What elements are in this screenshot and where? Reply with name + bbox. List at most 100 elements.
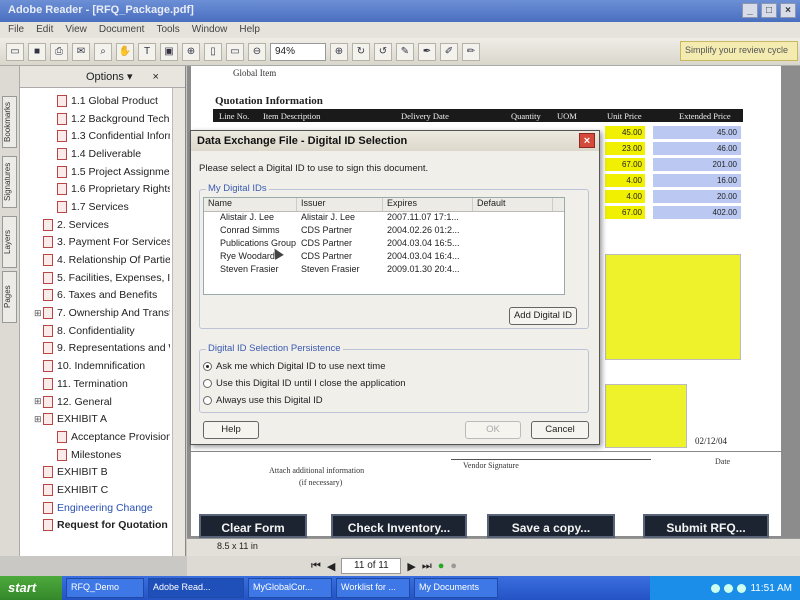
fit-width-icon[interactable]: ▭ xyxy=(226,42,244,61)
zoom-field[interactable]: 94% xyxy=(270,42,326,61)
options-menu[interactable]: Options ▾ xyxy=(86,70,133,83)
zoom-out-icon[interactable]: ⊖ xyxy=(248,42,266,61)
menu-tools[interactable]: Tools xyxy=(156,24,179,36)
digital-id-row[interactable]: Steven Frasier Steven Frasier 2009.01.30 2… xyxy=(204,264,564,277)
col-expires[interactable]: Expires xyxy=(383,198,473,211)
clear-form-button[interactable]: Clear Form xyxy=(199,514,307,538)
open-icon[interactable]: ▭ xyxy=(6,42,24,61)
bookmark-item[interactable]: ⊞ 12. General xyxy=(20,393,170,411)
email-icon[interactable]: ✉ xyxy=(72,42,90,61)
task-my-documents[interactable]: My Documents xyxy=(414,578,498,598)
unit-price-cell[interactable]: 45.00 xyxy=(605,126,645,139)
menu-file[interactable]: File xyxy=(8,24,24,36)
expand-icon[interactable]: ⊞ xyxy=(34,414,43,425)
rotate-ccw-icon[interactable]: ↺ xyxy=(374,42,392,61)
markup-icon[interactable]: ✏ xyxy=(462,42,480,61)
go-forward-icon[interactable]: ● xyxy=(450,560,457,572)
bookmark-item[interactable]: 5. Facilities, Expenses, Ins xyxy=(20,269,170,287)
zoom-in-button-icon[interactable]: ⊕ xyxy=(330,42,348,61)
close-panel-icon[interactable]: × xyxy=(153,71,159,83)
menu-help[interactable]: Help xyxy=(239,24,260,36)
search-icon[interactable]: ⌕ xyxy=(94,42,112,61)
expand-icon[interactable]: ⊞ xyxy=(34,396,43,407)
col-issuer[interactable]: Issuer xyxy=(297,198,383,211)
save-copy-button[interactable]: Save a copy... xyxy=(487,514,615,538)
check-inventory-button[interactable]: Check Inventory... xyxy=(331,514,467,538)
start-button[interactable]: start xyxy=(0,576,62,600)
select-text-icon[interactable]: T xyxy=(138,42,156,61)
rotate-icon[interactable]: ↻ xyxy=(352,42,370,61)
tab-pages[interactable]: Pages xyxy=(2,271,17,323)
print-icon[interactable]: ⎙ xyxy=(50,42,68,61)
digital-id-row[interactable]: Rye Woodard CDS Partner 2004.03.04 16:4... xyxy=(204,251,564,264)
bookmark-item[interactable]: 1.2 Background Technol xyxy=(20,110,170,128)
radio-button[interactable] xyxy=(203,362,212,371)
tab-signatures[interactable]: Signatures xyxy=(2,156,17,208)
maximize-button[interactable]: □ xyxy=(761,3,777,18)
help-button[interactable]: Help xyxy=(203,421,259,439)
cancel-button[interactable]: Cancel xyxy=(531,421,589,439)
bookmark-item[interactable]: 4. Relationship Of Parties xyxy=(20,251,170,269)
menu-document[interactable]: Document xyxy=(99,24,145,36)
last-page-icon[interactable]: ⏭ xyxy=(422,560,432,573)
bookmark-item[interactable]: 6. Taxes and Benefits xyxy=(20,287,170,305)
ok-button[interactable]: OK xyxy=(465,421,521,439)
tray-volume-icon[interactable] xyxy=(724,583,734,593)
bookmark-item[interactable]: Milestones xyxy=(20,446,170,464)
close-dialog-icon[interactable]: × xyxy=(579,133,595,148)
digital-id-row[interactable]: Alistair J. Lee Alistair J. Lee 2007.11.07… xyxy=(204,212,564,225)
bookmark-item[interactable]: Engineering Change xyxy=(20,499,170,517)
tray-security-icon[interactable] xyxy=(737,583,747,593)
yellow-field-box[interactable] xyxy=(605,384,687,448)
zoom-in-icon[interactable]: ⊕ xyxy=(182,42,200,61)
tab-bookmarks[interactable]: Bookmarks xyxy=(2,96,17,148)
minimize-button[interactable]: _ xyxy=(742,3,758,18)
bookmark-item[interactable]: 1.5 Project Assignment xyxy=(20,163,170,181)
bookmark-item[interactable]: 1.3 Confidential Informati xyxy=(20,127,170,145)
prev-page-icon[interactable]: ◀ xyxy=(327,560,335,573)
task-adobe-reader[interactable]: Adobe Read... xyxy=(148,578,244,598)
menu-edit[interactable]: Edit xyxy=(36,24,53,36)
bookmark-item[interactable]: ⊞ 7. Ownership And Transfer xyxy=(20,304,170,322)
bookmark-item[interactable]: 1.1 Global Product xyxy=(20,92,170,110)
persistence-radio[interactable]: Ask me which Digital ID to use next time xyxy=(203,361,385,372)
submit-rfq-button[interactable]: Submit RFQ... xyxy=(643,514,769,538)
pen-icon[interactable]: ✒ xyxy=(418,42,436,61)
expand-icon[interactable]: ⊞ xyxy=(34,308,43,319)
task-worklist[interactable]: Worklist for ... xyxy=(336,578,410,598)
task-rfq-demo[interactable]: RFQ_Demo xyxy=(66,578,144,598)
tab-layers[interactable]: Layers xyxy=(2,216,17,268)
bookmark-item[interactable]: 10. Indemnification xyxy=(20,357,170,375)
persistence-radio[interactable]: Use this Digital ID until I close the ap… xyxy=(203,378,406,389)
first-page-icon[interactable]: ⏮ xyxy=(311,560,321,573)
bookmark-item[interactable]: Request for Quotation xyxy=(20,517,170,535)
bookmark-item[interactable]: 2. Services xyxy=(20,216,170,234)
bookmark-item[interactable]: 1.7 Services xyxy=(20,198,170,216)
go-back-icon[interactable]: ● xyxy=(438,560,445,572)
bookmark-item[interactable]: EXHIBIT C xyxy=(20,481,170,499)
digital-id-row[interactable]: Publications Group CDS Partner 2004.03.04 … xyxy=(204,238,564,251)
col-name[interactable]: Name xyxy=(204,198,297,211)
sign-icon[interactable]: ✎ xyxy=(396,42,414,61)
bookmark-item[interactable]: Acceptance Provisions xyxy=(20,428,170,446)
task-myglobalcorp[interactable]: MyGlobalCor... xyxy=(248,578,332,598)
bookmark-item[interactable]: ⊞ EXHIBIT A xyxy=(20,410,170,428)
radio-button[interactable] xyxy=(203,396,212,405)
highlight-icon[interactable]: ✐ xyxy=(440,42,458,61)
menu-window[interactable]: Window xyxy=(192,24,228,36)
unit-price-cell[interactable]: 4.00 xyxy=(605,174,645,187)
persistence-radio[interactable]: Always use this Digital ID xyxy=(203,395,323,406)
unit-price-cell[interactable]: 23.00 xyxy=(605,142,645,155)
close-window-button[interactable]: × xyxy=(780,3,796,18)
bookmark-item[interactable]: EXHIBIT B xyxy=(20,463,170,481)
tray-network-icon[interactable] xyxy=(711,583,721,593)
bookmark-item[interactable]: 9. Representations and Wa xyxy=(20,340,170,358)
add-digital-id-button[interactable]: Add Digital ID xyxy=(509,307,577,325)
fit-page-icon[interactable]: ▯ xyxy=(204,42,222,61)
save-icon[interactable]: ■ xyxy=(28,42,46,61)
digital-id-list[interactable]: Name Issuer Expires Default Alistair J. … xyxy=(203,197,565,295)
unit-price-cell[interactable]: 67.00 xyxy=(605,206,645,219)
panel-scrollbar[interactable] xyxy=(172,88,185,556)
next-page-icon[interactable]: ▶ xyxy=(407,560,415,573)
yellow-field-box[interactable] xyxy=(605,254,741,360)
